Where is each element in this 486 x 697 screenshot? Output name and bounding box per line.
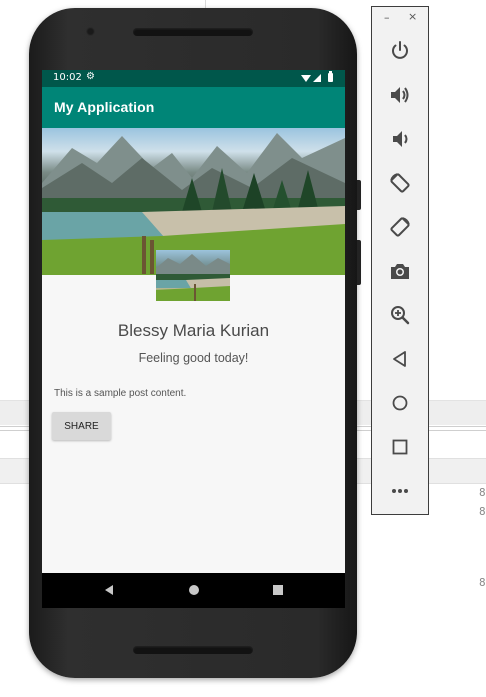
minimize-button[interactable]: – [384,11,390,24]
front-camera [86,27,95,36]
navigation-bar [42,573,345,608]
profile-name: Blessy Maria Kurian [117,321,270,340]
status-bar: 10:02 ⚙ [42,70,345,87]
zoom-icon[interactable] [388,303,412,327]
back-triangle-icon[interactable] [105,585,113,595]
emulator-toolbar: – × [371,6,429,515]
top-speaker [133,28,253,36]
profile-picture [156,250,230,301]
status-time: 10:02 [53,72,82,83]
home-icon[interactable] [388,391,412,415]
phone-volume-button [357,240,361,285]
bottom-speaker [133,646,253,654]
recents-square-icon[interactable] [273,585,283,595]
background-line-number: 8 [479,486,486,499]
home-circle-icon[interactable] [189,585,199,595]
overview-icon[interactable] [388,435,412,459]
app-title: My Application [54,99,155,115]
more-icon[interactable] [388,479,412,503]
power-icon[interactable] [388,39,412,63]
signal-icon [313,74,321,82]
app-toolbar: My Application [42,87,345,128]
post-content: This is a sample post content. [54,388,187,399]
background-divider [205,0,206,8]
share-button[interactable]: SHARE [52,412,111,440]
camera-icon[interactable] [388,259,412,283]
close-button[interactable]: × [408,10,417,23]
background-line-number: 8 [479,576,486,589]
rotate-right-icon[interactable] [388,215,412,239]
battery-icon [328,71,333,82]
volume-up-icon[interactable] [388,83,412,107]
rotate-left-icon[interactable] [388,171,412,195]
phone-screen: 10:02 ⚙ My Application Blessy Maria Kuri… [42,70,345,608]
background-line-number: 8 [479,505,486,518]
wifi-icon [301,75,311,82]
profile-status: Feeling good today! [138,351,249,365]
volume-down-icon[interactable] [388,127,412,151]
back-icon[interactable] [388,347,412,371]
gear-icon: ⚙ [86,71,95,82]
phone-power-button [357,180,361,210]
